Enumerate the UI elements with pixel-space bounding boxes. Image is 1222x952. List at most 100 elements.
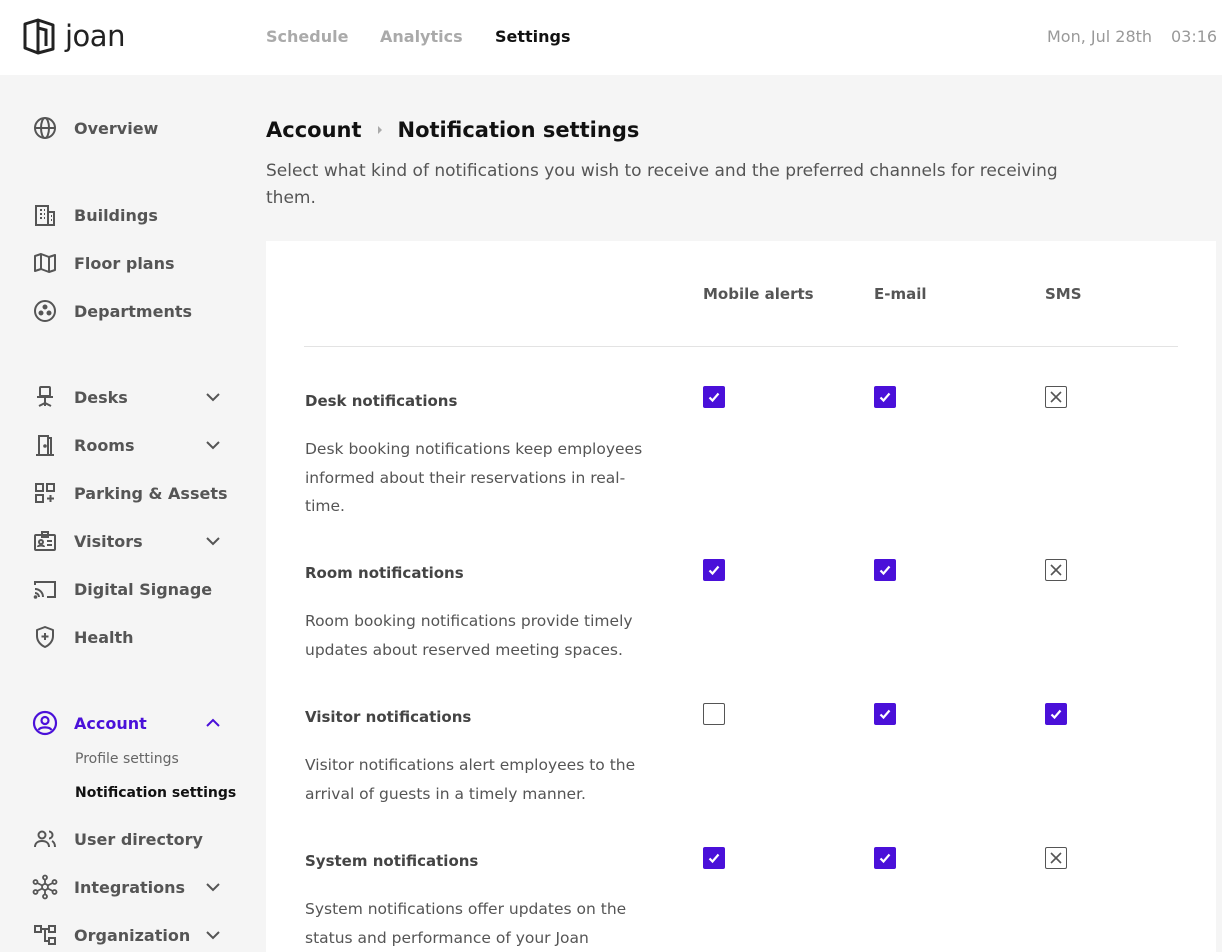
user-circle-icon [32,710,58,736]
sidebar-item-label: Floor plans [74,253,175,273]
sidebar-item-label: Buildings [74,205,158,225]
check-icon [879,392,891,403]
page-title: Notification settings [397,118,640,142]
sidebar-item-user-directory[interactable]: User directory [32,826,232,852]
sidebar-subitem-notification-settings[interactable]: Notification settings [75,784,236,802]
sidebar-item-label: Departments [74,301,193,321]
sidebar-item-label: Overview [74,118,159,138]
breadcrumb-parent[interactable]: Account [266,116,362,144]
sidebar-item-label: Rooms [74,435,135,455]
sidebar-item-departments[interactable]: Departments [32,298,232,324]
globe-icon [32,115,58,141]
system-email-checkbox[interactable] [874,847,896,869]
visitor-sms-checkbox[interactable] [1045,703,1067,725]
sidebar-item-visitors[interactable]: Visitors [32,528,232,554]
system-notifications-description: System notifications offer updates on th… [305,900,627,947]
sidebar-item-buildings[interactable]: Buildings [32,202,232,228]
joan-logo-icon [23,18,55,55]
column-header-sms: SMS [1045,285,1082,303]
visitor-notifications-description: Visitor notifications alert employees to… [305,756,636,803]
users-icon [32,826,58,852]
chevron-up-icon [206,718,220,727]
current-time: 03:16 pm [1171,27,1222,46]
sidebar-item-label: Digital Signage [74,579,213,599]
desk-sms-checkbox-disabled [1045,386,1067,408]
tab-analytics[interactable]: Analytics [380,27,463,47]
room-sms-checkbox-disabled [1045,559,1067,581]
sidebar-item-organization[interactable]: Organization [32,922,232,948]
sidebar-item-rooms[interactable]: Rooms [32,432,232,458]
network-icon [32,874,58,900]
sidebar-item-digital-signage[interactable]: Digital Signage [32,576,232,602]
check-icon [708,565,720,576]
logo[interactable]: joan [22,16,125,56]
notification-settings-card [266,241,1216,952]
current-date: Mon, Jul 28th [1047,27,1153,46]
sidebar-item-label: Desks [74,387,128,407]
x-icon [1050,564,1062,576]
chevron-down-icon [206,883,220,892]
cast-icon [32,576,58,602]
system-notifications-title: System notifications [305,852,479,870]
system-mobile-checkbox[interactable] [703,847,725,869]
system-sms-checkbox-disabled [1045,847,1067,869]
breadcrumb: Account Notification settings [266,116,639,144]
sidebar-item-account[interactable]: Account [32,710,232,736]
chevron-down-icon [206,441,220,450]
chevron-down-icon [206,393,220,402]
sidebar-item-label: Visitors [74,531,143,551]
visitor-email-checkbox[interactable] [874,703,896,725]
sidebar-item-floor-plans[interactable]: Floor plans [32,250,232,276]
grid-plus-icon [32,480,58,506]
tab-settings[interactable]: Settings [495,27,571,47]
check-icon [879,565,891,576]
desk-mobile-checkbox[interactable] [703,386,725,408]
org-chart-icon [32,922,58,948]
visitor-notifications-title: Visitor notifications [305,708,472,726]
room-notifications-description: Room booking notifications provide timel… [305,612,633,659]
x-icon [1050,852,1062,864]
tab-schedule[interactable]: Schedule [266,27,348,47]
visitor-badge-icon [32,528,58,554]
x-icon [1050,391,1062,403]
desk-chair-icon [32,384,58,410]
sidebar-item-desks[interactable]: Desks [32,384,232,410]
check-icon [1050,709,1062,720]
chevron-down-icon [206,537,220,546]
chevron-down-icon [206,931,220,940]
chevron-right-icon [377,126,382,134]
shield-plus-icon [32,624,58,650]
column-header-mobile-alerts: Mobile alerts [703,285,814,303]
sidebar-item-integrations[interactable]: Integrations [32,874,232,900]
sidebar-item-label: Integrations [74,877,186,897]
map-icon [32,250,58,276]
room-notifications-title: Room notifications [305,564,464,582]
visitor-mobile-checkbox[interactable] [703,703,725,725]
building-icon [32,202,58,228]
desk-notifications-title: Desk notifications [305,392,458,410]
check-icon [708,392,720,403]
departments-icon [32,298,58,324]
top-bar: joan Schedule Analytics Settings Mon, Ju… [0,0,1222,75]
sidebar-item-label: User directory [74,829,203,849]
desk-email-checkbox[interactable] [874,386,896,408]
divider [304,346,1178,347]
room-email-checkbox[interactable] [874,559,896,581]
sidebar-item-parking-assets[interactable]: Parking & Assets [32,480,232,506]
room-mobile-checkbox[interactable] [703,559,725,581]
sidebar-subitem-profile-settings[interactable]: Profile settings [75,750,179,768]
sidebar-item-label: Account [74,713,147,733]
sidebar-item-label: Organization [74,925,191,945]
page-description: Select what kind of notifications you wi… [266,161,1058,208]
logo-text: joan [65,19,125,53]
check-icon [879,709,891,720]
sidebar-item-health[interactable]: Health [32,624,232,650]
check-icon [708,853,720,864]
check-icon [879,853,891,864]
sidebar-item-overview[interactable]: Overview [32,115,232,141]
door-icon [32,432,58,458]
sidebar-item-label: Health [74,627,134,647]
column-header-email: E-mail [874,285,927,303]
desk-notifications-description: Desk booking notifications keep employee… [305,440,643,515]
sidebar-item-label: Parking & Assets [74,483,228,503]
